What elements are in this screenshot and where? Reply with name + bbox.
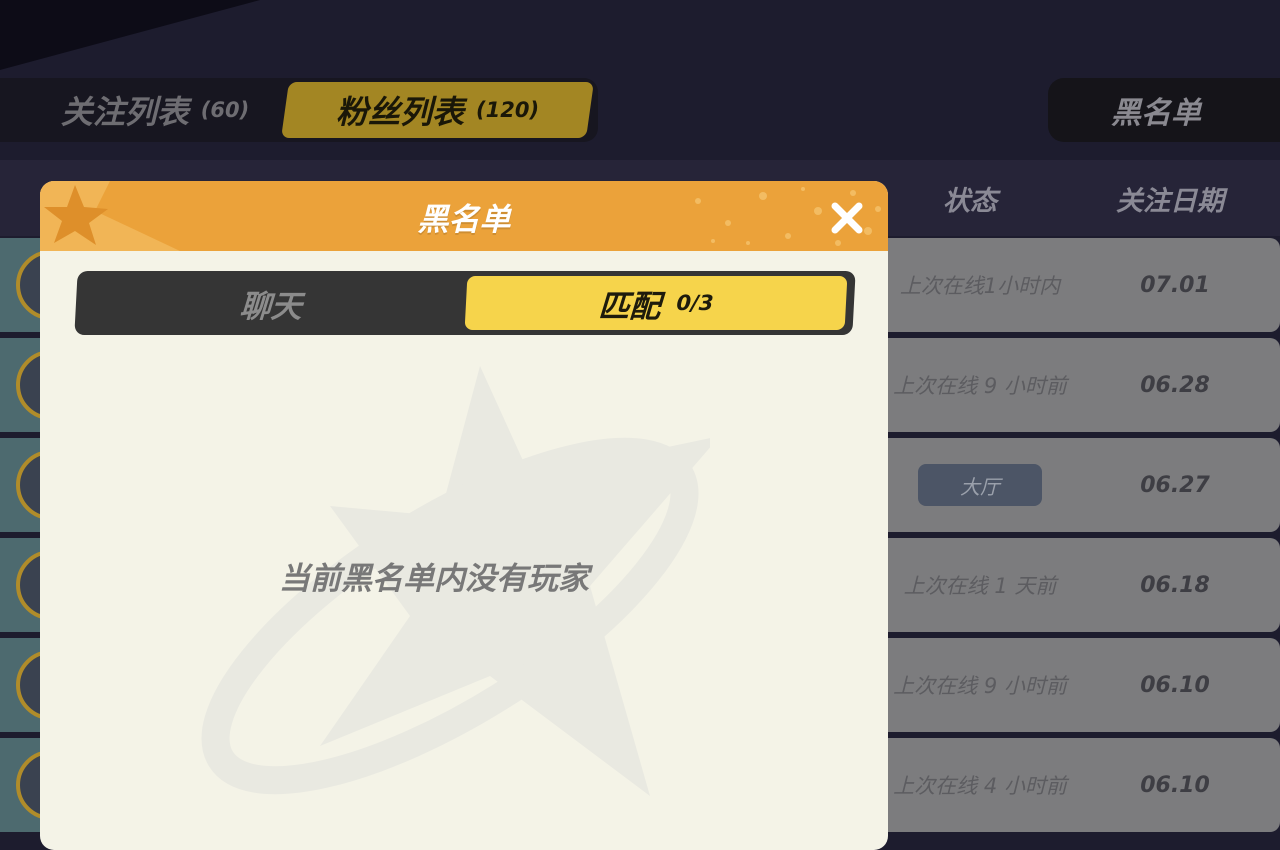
row-date: 06.18: [1140, 572, 1210, 598]
close-button[interactable]: [828, 199, 866, 237]
tab-match[interactable]: 匹配 0/3: [464, 276, 848, 330]
tab-fans-label: 粉丝列表: [335, 93, 464, 131]
column-header-follow-date: 关注日期: [1116, 185, 1224, 217]
close-icon: [831, 202, 863, 234]
row-date: 06.10: [1140, 672, 1210, 698]
friend-list-tabs: 关注列表 (60) 粉丝列表 (120): [0, 78, 598, 142]
dialog-header: 黑名单: [40, 181, 888, 251]
tab-following-count: (60): [200, 98, 250, 122]
row-date: 06.10: [1140, 772, 1210, 798]
decor-wedge: [0, 0, 260, 70]
column-header-status: 状态: [943, 185, 997, 217]
row-date: 06.27: [1140, 472, 1210, 498]
empty-state-message: 当前黑名单内没有玩家: [40, 553, 888, 598]
tab-fans-count: (120): [475, 98, 540, 122]
tab-chat[interactable]: 聊天: [74, 271, 467, 335]
row-status: 上次在线 1 天前: [903, 574, 1057, 598]
tab-match-count: 0/3: [675, 291, 715, 315]
row-date: 07.01: [1140, 272, 1210, 298]
row-status: 上次在线 9 小时前: [893, 374, 1067, 398]
blacklist-tabs: 聊天 匹配 0/3: [74, 271, 856, 335]
row-status: 大厅: [880, 438, 1080, 532]
blacklist-dialog: 黑名单 聊天 匹配 0/3 当前黑名单内没有玩家: [40, 181, 888, 850]
dialog-title: 黑名单: [417, 201, 511, 238]
tab-following[interactable]: 关注列表 (60): [30, 78, 280, 142]
tab-match-label: 匹配: [597, 288, 662, 325]
tab-fans[interactable]: 粉丝列表 (120): [281, 82, 594, 138]
tab-chat-label: 聊天: [238, 288, 303, 325]
empty-state-text: 当前黑名单内没有玩家: [279, 561, 589, 597]
row-status: 上次在线 9 小时前: [893, 674, 1067, 698]
row-status: 上次在线1小时内: [899, 274, 1061, 298]
tab-following-label: 关注列表: [60, 93, 189, 131]
blacklist-button[interactable]: 黑名单: [1048, 78, 1280, 142]
lobby-status-badge: 大厅: [918, 464, 1042, 506]
row-status: 上次在线 4 小时前: [893, 774, 1067, 798]
row-date: 06.28: [1140, 372, 1210, 398]
